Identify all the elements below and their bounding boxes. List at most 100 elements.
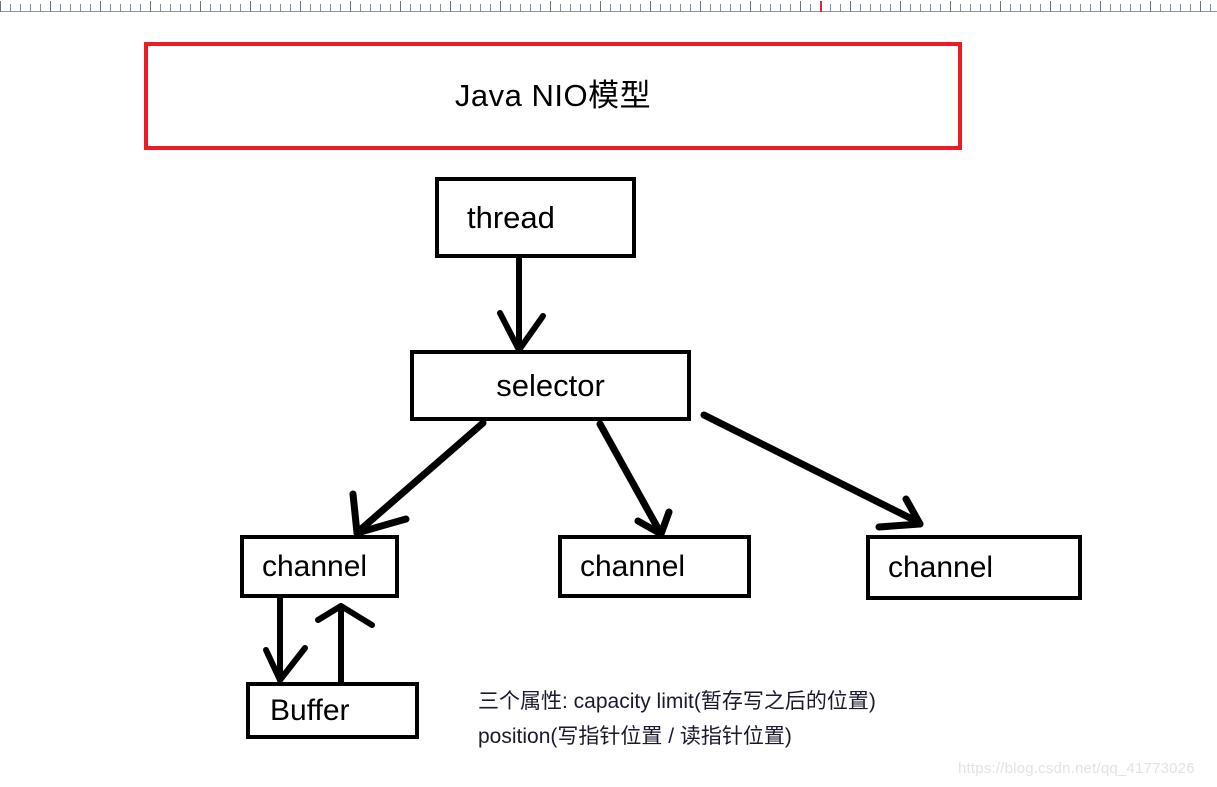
ruler-tick	[950, 1, 951, 12]
ruler-tick	[240, 4, 241, 12]
ruler-tick	[130, 4, 131, 12]
ruler-tick	[580, 4, 581, 12]
ruler-tick	[410, 4, 411, 12]
ruler-tick	[30, 4, 31, 12]
ruler-tick	[1020, 4, 1021, 12]
ruler-tick	[1030, 4, 1031, 12]
ruler-tick	[660, 4, 661, 12]
ruler-tick	[1190, 4, 1191, 12]
ruler-tick	[190, 4, 191, 12]
ruler-tick	[500, 1, 501, 12]
ruler-tick	[940, 4, 941, 12]
node-thread[interactable]: thread	[435, 177, 636, 258]
node-channel-3-label: channel	[888, 550, 994, 584]
node-channel-2[interactable]: channel	[558, 535, 751, 598]
ruler-tick	[150, 1, 151, 12]
ruler-tick	[540, 4, 541, 12]
ruler-tick	[100, 1, 101, 12]
ruler-tick	[670, 4, 671, 12]
ruler-tick	[810, 4, 811, 12]
ruler-tick	[870, 4, 871, 12]
note-line-1: 三个属性: capacity limit(暂存写之后的位置)	[478, 690, 876, 713]
ruler-tick	[490, 4, 491, 12]
arrow-selector-to-channel-1	[349, 419, 487, 537]
ruler-tick	[400, 1, 401, 12]
horizontal-ruler[interactable]	[0, 0, 1217, 16]
ruler-tick	[460, 4, 461, 12]
ruler-tick	[300, 1, 301, 12]
arrow-buffer-to-channel-1	[315, 603, 375, 682]
ruler-tick	[960, 4, 961, 12]
ruler-tick	[520, 4, 521, 12]
ruler-tick	[690, 4, 691, 12]
ruler-tick	[880, 4, 881, 12]
note-line-2: position(写指针位置 / 读指针位置)	[478, 724, 792, 748]
ruler-tick	[710, 4, 711, 12]
ruler-tick	[310, 4, 311, 12]
ruler-tick	[220, 4, 221, 12]
ruler-tick	[920, 4, 921, 12]
ruler-tick	[120, 4, 121, 12]
ruler-tick	[330, 4, 331, 12]
ruler-tick	[1130, 4, 1131, 12]
ruler-tick	[140, 4, 141, 12]
ruler-tick	[640, 4, 641, 12]
ruler-tick	[1060, 4, 1061, 12]
ruler-tick	[770, 4, 771, 12]
ruler-tick	[390, 4, 391, 12]
ruler-tick	[1160, 4, 1161, 12]
ruler-tick	[260, 4, 261, 12]
ruler-tick	[290, 4, 291, 12]
ruler-tick	[830, 4, 831, 12]
node-buffer[interactable]: Buffer	[246, 682, 419, 739]
ruler-tick	[20, 4, 21, 12]
arrow-selector-to-channel-2	[596, 420, 673, 538]
ruler-tick	[10, 4, 11, 12]
ruler-tick	[570, 4, 571, 12]
ruler-tick	[60, 4, 61, 12]
ruler-tick	[740, 4, 741, 12]
ruler-tick	[1070, 4, 1071, 12]
ruler-tick	[430, 4, 431, 12]
ruler-tick	[80, 4, 81, 12]
ruler-tick	[360, 4, 361, 12]
ruler-tick	[480, 4, 481, 12]
ruler-position-marker[interactable]	[820, 1, 822, 12]
ruler-tick	[840, 4, 841, 12]
ruler-tick	[70, 4, 71, 12]
arrow-thread-to-selector	[497, 258, 546, 353]
node-selector-label: selector	[496, 368, 605, 403]
ruler-tick	[1210, 4, 1211, 12]
node-channel-1-label: channel	[262, 549, 368, 583]
ruler-tick	[1180, 4, 1181, 12]
ruler-tick	[910, 4, 911, 12]
node-channel-2-label: channel	[580, 549, 686, 583]
ruler-tick	[440, 4, 441, 12]
ruler-tick	[720, 4, 721, 12]
ruler-tick	[1090, 4, 1091, 12]
ruler-tick	[180, 4, 181, 12]
ruler-tick	[320, 4, 321, 12]
ruler-tick	[340, 4, 341, 12]
ruler-tick	[90, 4, 91, 12]
ruler-tick	[1080, 4, 1081, 12]
ruler-tick	[170, 4, 171, 12]
arrow-channel-1-to-buffer	[263, 598, 308, 683]
ruler-tick	[1110, 4, 1111, 12]
ruler-tick	[530, 4, 531, 12]
ruler-tick	[650, 1, 651, 12]
node-channel-3[interactable]: channel	[866, 535, 1082, 600]
ruler-tick	[110, 4, 111, 12]
node-selector[interactable]: selector	[410, 350, 691, 421]
ruler-tick	[250, 1, 251, 12]
ruler-tick	[630, 4, 631, 12]
diagram-title-box: Java NIO模型	[144, 42, 962, 150]
ruler-tick	[700, 1, 701, 12]
ruler-tick	[50, 1, 51, 12]
ruler-tick	[980, 4, 981, 12]
node-channel-1[interactable]: channel	[240, 535, 399, 598]
ruler-tick	[0, 1, 1, 12]
ruler-tick	[1200, 1, 1201, 12]
ruler-tick	[1000, 1, 1001, 12]
ruler-tick	[790, 4, 791, 12]
